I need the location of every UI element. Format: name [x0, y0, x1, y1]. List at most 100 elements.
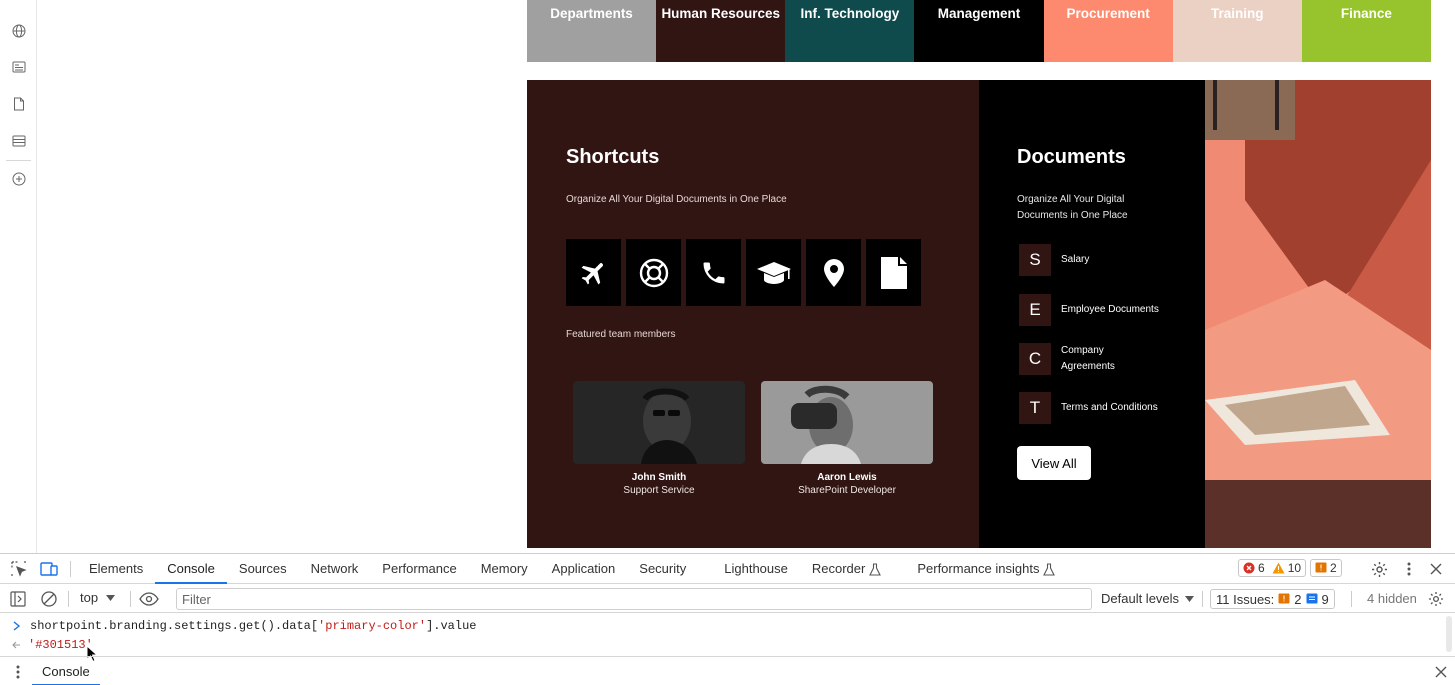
close-drawer-icon[interactable]: [1432, 663, 1450, 681]
tab-application[interactable]: Application: [540, 554, 628, 584]
warning-count: 10: [1287, 561, 1302, 575]
console-command: shortpoint.branding.settings.get().data[…: [30, 619, 477, 633]
sharepoint-app-bar: [0, 0, 37, 553]
devtools-panel: Elements Console Sources Network Perform…: [0, 553, 1455, 685]
inspect-element-icon[interactable]: [10, 560, 28, 578]
tab-recorder[interactable]: Recorder: [800, 554, 905, 584]
tab-network[interactable]: Network: [299, 554, 371, 584]
tab-performance-insights[interactable]: Performance insights: [905, 554, 1067, 584]
document-letter: T: [1019, 392, 1051, 424]
content-panel: Shortcuts Organize All Your Digital Docu…: [527, 80, 1431, 548]
tab-memory[interactable]: Memory: [469, 554, 540, 584]
document-label: Company Agreements: [1061, 345, 1115, 372]
shortcut-contact[interactable]: [686, 239, 741, 306]
tile-management[interactable]: Management: [914, 0, 1044, 62]
console-toolbar: top Default levels 11 Issues: 2 9 4 hidd: [0, 585, 1455, 613]
drawer-menu-icon[interactable]: [9, 663, 27, 681]
issue-warning-icon: [1278, 593, 1290, 604]
log-levels-dropdown[interactable]: Default levels: [1101, 591, 1195, 606]
result-arrow-icon: [12, 641, 20, 649]
log-levels-label: Default levels: [1101, 591, 1180, 606]
member-name: John Smith: [631, 472, 687, 483]
featured-members-label: Featured team members: [566, 329, 676, 340]
devtools-tabbar: Elements Console Sources Network Perform…: [0, 554, 1455, 584]
sidebar-toggle-icon[interactable]: [9, 590, 27, 608]
flask-icon: [1043, 562, 1056, 576]
shortcut-location[interactable]: [806, 239, 861, 306]
tile-departments[interactable]: Departments: [527, 0, 657, 62]
settings-gear-icon[interactable]: [1370, 560, 1388, 578]
issues-button[interactable]: 11 Issues: 2 9: [1210, 589, 1335, 609]
error-count: 6: [1258, 561, 1265, 575]
tile-human-resources[interactable]: Human Resources: [656, 0, 786, 62]
document-item-salary[interactable]: S Salary: [1019, 244, 1171, 276]
phone-icon: [703, 262, 724, 283]
tab-lighthouse[interactable]: Lighthouse: [712, 554, 800, 584]
context-selector[interactable]: top: [80, 590, 116, 605]
warning-icon: [1272, 562, 1285, 574]
clear-console-icon[interactable]: [40, 590, 58, 608]
list-icon[interactable]: [10, 132, 27, 149]
tab-security[interactable]: Security: [627, 554, 712, 584]
error-count-badge[interactable]: 6 10: [1238, 559, 1307, 577]
flask-icon: [869, 562, 882, 576]
info-count: 2: [1330, 561, 1337, 575]
member-photo: [761, 381, 933, 464]
shortcut-files[interactable]: [866, 239, 921, 306]
airplane-icon: [581, 262, 603, 284]
shortcuts-section: Shortcuts Organize All Your Digital Docu…: [527, 80, 979, 548]
document-item-company-agreements[interactable]: C Company Agreements: [1019, 343, 1131, 375]
member-role: Support Service: [623, 485, 695, 496]
device-toolbar-icon[interactable]: [40, 560, 58, 578]
document-letter: C: [1019, 343, 1051, 375]
drawer-tab-console[interactable]: Console: [32, 657, 100, 685]
live-expression-eye-icon[interactable]: [139, 590, 159, 608]
document-label: Terms and Conditions: [1061, 402, 1158, 413]
globe-icon[interactable]: [10, 22, 27, 39]
document-letter: E: [1019, 294, 1051, 326]
console-result: '#301513': [28, 638, 93, 652]
info-count-badge[interactable]: 2: [1310, 559, 1342, 577]
console-settings-gear-icon[interactable]: [1427, 590, 1445, 608]
tile-training[interactable]: Training: [1172, 0, 1302, 62]
tab-performance[interactable]: Performance: [370, 554, 468, 584]
view-all-button[interactable]: View All: [1017, 446, 1091, 480]
graduation-cap-icon: [756, 261, 791, 284]
shortcuts-title: Shortcuts: [566, 146, 660, 168]
add-circle-icon[interactable]: [10, 170, 27, 187]
shortcut-icons: [566, 239, 921, 306]
shortcut-travel[interactable]: [566, 239, 621, 306]
message-counts[interactable]: 6 10 2: [1238, 559, 1342, 577]
tab-recorder-label: Recorder: [811, 561, 866, 576]
console-scrollbar[interactable]: [1446, 616, 1452, 652]
tile-inf-technology[interactable]: Inf. Technology: [785, 0, 915, 62]
command-text: shortpoint.branding.settings.get().data[: [30, 619, 319, 633]
tab-sources[interactable]: Sources: [227, 554, 299, 584]
tile-procurement[interactable]: Procurement: [1043, 0, 1173, 62]
console-filter-input[interactable]: [176, 588, 1092, 610]
member-card[interactable]: Aaron Lewis SharePoint Developer: [761, 381, 933, 496]
document-item-terms-and-conditions[interactable]: T Terms and Conditions: [1019, 392, 1171, 424]
document-letter: S: [1019, 244, 1051, 276]
shortcut-training[interactable]: [746, 239, 801, 306]
documents-subtitle: Organize All Your Digital Documents in O…: [1017, 194, 1128, 221]
news-icon[interactable]: [10, 58, 27, 75]
document-icon[interactable]: [10, 95, 27, 112]
close-devtools-icon[interactable]: [1427, 560, 1445, 578]
toolbar-divider: [1351, 591, 1352, 607]
tab-console[interactable]: Console: [155, 554, 227, 584]
document-label: Salary: [1061, 254, 1090, 265]
map-pin-icon: [823, 258, 844, 287]
document-item-employee-documents[interactable]: E Employee Documents: [1019, 294, 1171, 326]
dropdown-arrow-icon: [106, 594, 116, 601]
tab-elements[interactable]: Elements: [77, 554, 155, 584]
issues-warning-count: 2: [1294, 591, 1302, 607]
tile-finance[interactable]: Finance: [1301, 0, 1431, 62]
context-value: top: [80, 590, 99, 605]
more-options-icon[interactable]: [1400, 560, 1418, 578]
command-text-end: ].value: [426, 619, 477, 633]
category-tiles: Departments Human Resources Inf. Technol…: [527, 0, 1431, 62]
shortcut-support[interactable]: [626, 239, 681, 306]
member-card[interactable]: John Smith Support Service: [573, 381, 745, 496]
issue-icon: [1315, 562, 1327, 573]
